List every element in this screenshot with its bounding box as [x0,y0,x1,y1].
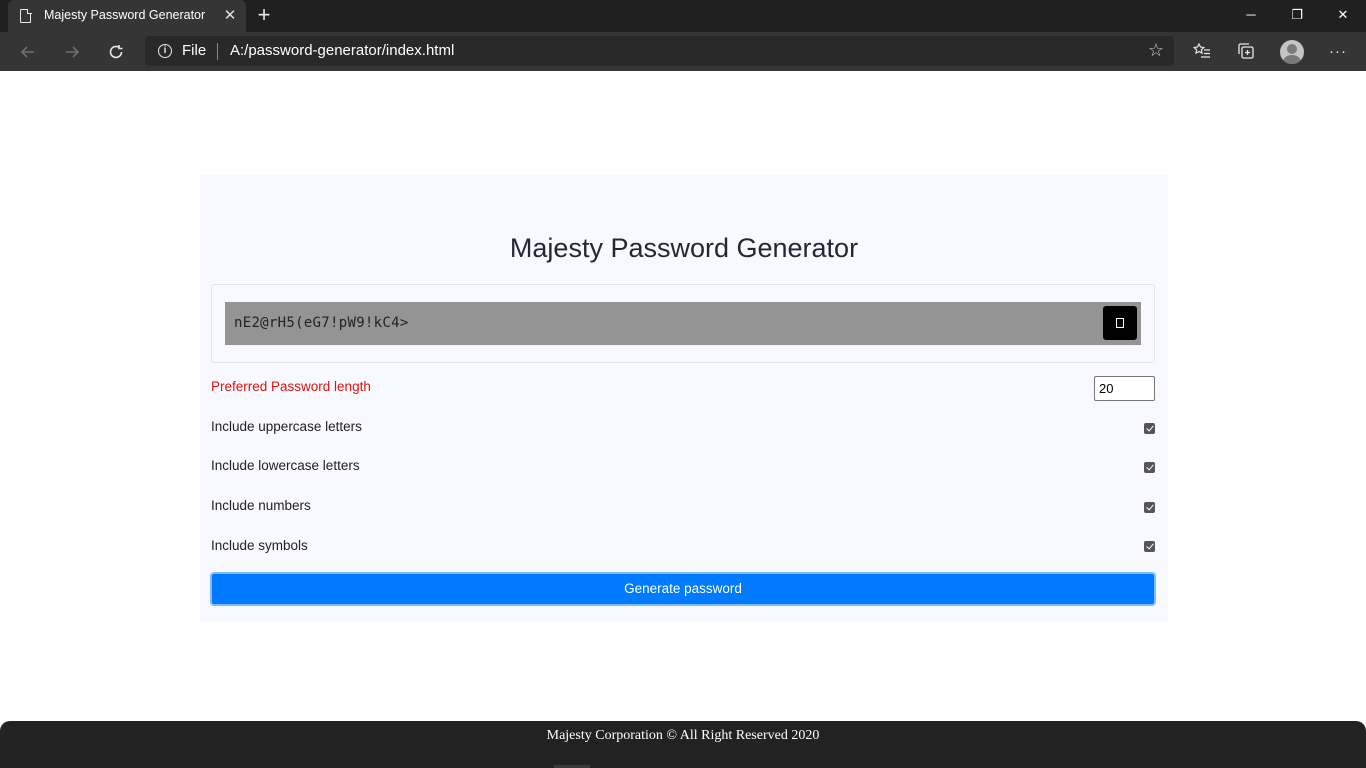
password-length-input[interactable] [1094,376,1155,401]
footer: Majesty Corporation © All Right Reserved… [0,721,1366,768]
uppercase-checkbox[interactable] [1144,423,1155,434]
tab-title: Majesty Password Generator [44,8,206,22]
close-window-button[interactable]: ✕ [1320,0,1366,32]
star-icon[interactable]: ☆ [1148,40,1164,61]
info-icon[interactable]: i [158,44,172,58]
generator-card: Majesty Password Generator nE2@rH5(eG7!p… [200,175,1168,622]
collections-icon[interactable] [1235,41,1257,63]
refresh-icon[interactable] [100,36,132,68]
favorites-icon[interactable] [1191,41,1213,63]
page-icon [20,8,32,23]
password-length-label: Preferred Password length [211,379,371,394]
more-icon[interactable]: ··· [1327,41,1349,63]
copy-button[interactable] [1103,306,1137,340]
profile-avatar-icon[interactable] [1280,40,1304,64]
browser-toolbar: i File A:/password-generator/index.html … [0,32,1366,71]
address-divider [217,43,218,60]
new-tab-button[interactable]: + [252,4,276,28]
uppercase-label: Include uppercase letters [211,419,362,434]
copy-icon [1116,318,1124,328]
url-text[interactable]: A:/password-generator/index.html [230,42,454,59]
lowercase-checkbox[interactable] [1144,462,1155,473]
back-arrow-icon[interactable] [12,36,44,68]
generated-password[interactable]: nE2@rH5(eG7!pW9!kC4> [234,315,409,331]
tab-close-icon[interactable]: ✕ [220,6,240,26]
numbers-checkbox[interactable] [1144,502,1155,513]
password-result-box: nE2@rH5(eG7!pW9!kC4> [211,284,1155,363]
generate-password-button[interactable]: Generate password [210,572,1156,606]
minimize-button[interactable]: ─ [1228,0,1274,32]
browser-tab-strip: Majesty Password Generator ✕ + ─ ❐ ✕ [0,0,1366,32]
symbols-checkbox[interactable] [1144,541,1155,552]
forward-arrow-icon[interactable] [56,36,88,68]
footer-copyright: Majesty Corporation © All Right Reserved… [546,728,820,743]
numbers-label: Include numbers [211,498,311,513]
page-title: Majesty Password Generator [509,233,859,263]
browser-tab[interactable]: Majesty Password Generator ✕ [8,0,246,32]
password-output[interactable]: nE2@rH5(eG7!pW9!kC4> [225,302,1141,345]
symbols-label: Include symbols [211,538,308,553]
lowercase-label: Include lowercase letters [211,458,360,473]
address-bar[interactable]: i File A:/password-generator/index.html … [145,36,1174,66]
url-scheme-label: File [182,42,207,59]
restore-button[interactable]: ❐ [1274,0,1320,32]
